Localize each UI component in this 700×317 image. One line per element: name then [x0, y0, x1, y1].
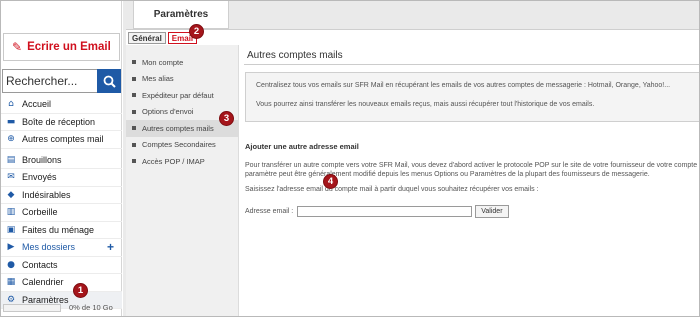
submenu-item-pop-imap[interactable]: Accès POP / IMAP: [126, 153, 238, 170]
folder-list: ⌂ Accueil ▬ Boîte de réception ⊕ Autres com…: [1, 96, 122, 309]
sidebar-item-label: Brouillons: [22, 154, 62, 165]
sidebar-item-trash[interactable]: ▥ Corbeille: [1, 204, 122, 222]
main-area: Paramètres Général Email Mon compte Mes …: [123, 1, 699, 316]
sidebar-item-label: Calendrier: [22, 277, 64, 288]
compose-label: Ecrire un Email: [27, 41, 111, 53]
email-address-row: Adresse email : Valider: [245, 205, 509, 218]
sidebar-item-my-folders[interactable]: ▶ Mes dossiers +: [1, 239, 122, 257]
email-field-label: Adresse email :: [245, 208, 294, 215]
app-window: ✎ Ecrire un Email ⌂ Accueil ▬ Boîte de réc…: [0, 0, 700, 317]
search-input[interactable]: [2, 69, 97, 93]
sidebar-item-drafts[interactable]: ▤ Brouillons: [1, 152, 122, 169]
bullet-icon: [132, 126, 136, 131]
submenu-item-secondary-accounts[interactable]: Comptes Secondaires: [126, 137, 238, 154]
submenu-item-aliases[interactable]: Mes alias: [126, 71, 238, 88]
submenu-item-label: Autres comptes mails: [142, 123, 214, 133]
search-button[interactable]: [97, 69, 121, 93]
sidebar-item-other-accounts[interactable]: ⊕ Autres comptes mail: [1, 131, 122, 149]
add-folder-icon[interactable]: +: [107, 240, 114, 254]
folders-arrow-icon: ▶: [7, 242, 15, 253]
validate-button[interactable]: Valider: [475, 205, 509, 218]
sidebar-item-label: Envoyés: [22, 172, 57, 183]
sent-icon: ✉: [7, 172, 15, 183]
info-box: Centralisez tous vos emails sur SFR Mail…: [245, 72, 699, 122]
settings-panel: Général Email Mon compte Mes alias Expéd…: [126, 29, 699, 316]
sidebar: ✎ Ecrire un Email ⌂ Accueil ▬ Boîte de réc…: [1, 1, 122, 316]
email-address-input[interactable]: [297, 206, 473, 217]
bullet-icon: [132, 76, 136, 81]
sidebar-item-inbox[interactable]: ▬ Boîte de réception: [1, 114, 122, 131]
subtab-general[interactable]: Général: [128, 32, 166, 44]
sidebar-item-label: Corbeille: [22, 207, 58, 218]
submenu-item-default-sender[interactable]: Expéditeur par défaut: [126, 87, 238, 104]
bullet-icon: [132, 93, 136, 98]
submenu-item-label: Accès POP / IMAP: [142, 156, 205, 166]
spam-shield-icon: ◆: [7, 189, 15, 200]
page-title: Autres comptes mails: [247, 50, 343, 61]
cleanup-icon: ▣: [6, 224, 16, 235]
instructions-text: Pour transférer un autre compte vers vot…: [245, 161, 699, 179]
sidebar-item-calendar[interactable]: ▦ Calendrier: [1, 274, 122, 292]
trash-icon: ▥: [6, 207, 16, 218]
instructions-line-1: Pour transférer un autre compte vers vot…: [245, 162, 698, 169]
submenu-item-label: Mes alias: [142, 74, 174, 84]
storage-quota: 0% de 10 Go: [3, 303, 113, 312]
step-badge-3: 3: [219, 111, 234, 126]
pencil-icon: ✎: [12, 40, 23, 54]
enter-address-text: Saisissez l'adresse email du compte mail…: [245, 186, 539, 193]
sidebar-item-label: Indésirables: [22, 189, 71, 200]
tab-settings[interactable]: Paramètres: [133, 1, 229, 29]
sidebar-item-contacts[interactable]: ● Contacts: [1, 257, 122, 274]
submenu-item-my-account[interactable]: Mon compte: [126, 54, 238, 71]
inbox-icon: ▬: [6, 116, 16, 127]
add-account-icon: ⊕: [7, 134, 15, 145]
info-text-1: Centralisez tous vos emails sur SFR Mail…: [256, 82, 671, 89]
sidebar-item-spam[interactable]: ◆ Indésirables: [1, 187, 122, 204]
quota-text: 0% de 10 Go: [69, 303, 113, 312]
submenu-item-label: Expéditeur par défaut: [142, 90, 214, 100]
sidebar-item-sent[interactable]: ✉ Envoyés: [1, 169, 122, 187]
sidebar-item-cleanup[interactable]: ▣ Faites du ménage: [1, 222, 122, 239]
settings-submenu: Mon compte Mes alias Expéditeur par défa…: [126, 45, 239, 316]
step-badge-4: 4: [323, 174, 338, 189]
sidebar-item-accueil[interactable]: ⌂ Accueil: [1, 96, 122, 114]
search-box: [2, 69, 121, 93]
submenu-item-label: Options d'envoi: [142, 107, 194, 117]
sidebar-item-label: Accueil: [22, 99, 52, 110]
sidebar-item-label: Autres comptes mail: [22, 134, 104, 145]
bullet-icon: [132, 109, 136, 114]
sidebar-item-label: Boîte de réception: [22, 116, 96, 127]
calendar-icon: ▦: [6, 277, 16, 288]
info-text-2: Vous pourrez ainsi transférer les nouvea…: [256, 100, 595, 108]
quota-bar: [3, 303, 61, 312]
sidebar-item-label: Mes dossiers: [22, 242, 76, 253]
search-icon: [103, 75, 116, 88]
bullet-icon: [132, 159, 136, 164]
instructions-line-2: paramètre peut être généralement modifié…: [245, 171, 650, 178]
sidebar-item-label: Contacts: [22, 259, 58, 270]
sidebar-item-label: Faites du ménage: [22, 224, 95, 235]
step-badge-1: 1: [73, 283, 88, 298]
drafts-icon: ▤: [6, 154, 16, 165]
content-pane: Autres comptes mails Centralisez tous vo…: [244, 45, 699, 316]
contacts-icon: ●: [7, 259, 15, 270]
bullet-icon: [132, 60, 136, 65]
divider: [244, 64, 699, 65]
submenu-item-label: Comptes Secondaires: [142, 140, 216, 150]
compose-button[interactable]: ✎ Ecrire un Email: [3, 33, 120, 61]
bullet-icon: [132, 142, 136, 147]
add-address-heading: Ajouter une autre adresse email: [245, 142, 359, 151]
step-badge-2: 2: [189, 24, 204, 39]
home-icon: ⌂: [8, 99, 14, 110]
submenu-item-label: Mon compte: [142, 57, 184, 67]
